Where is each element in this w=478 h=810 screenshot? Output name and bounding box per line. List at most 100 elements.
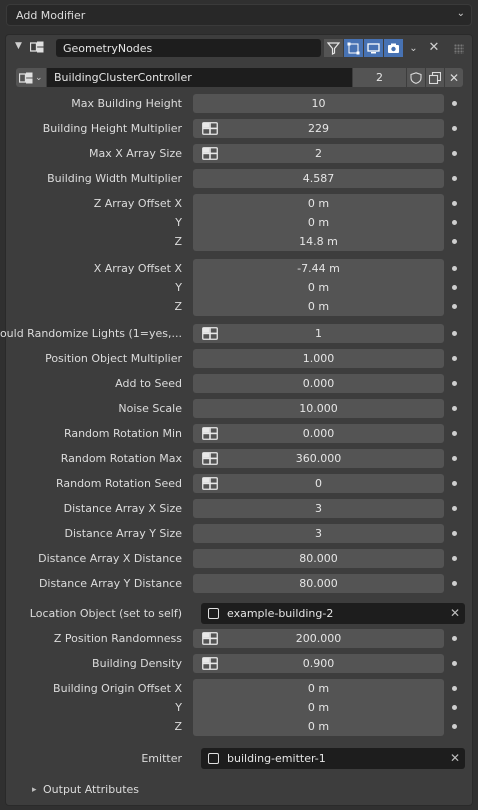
value-field[interactable]: 0 m bbox=[193, 278, 444, 297]
modifier-panel: ▼ GeometryNodes ⌄ ✕ ⌄ BuildingClusterCon… bbox=[0, 34, 473, 806]
users-count-value: 2 bbox=[376, 71, 383, 84]
attribute-toggle-icon[interactable] bbox=[202, 427, 218, 440]
keyframe-dot-icon[interactable] bbox=[452, 151, 457, 156]
value-text: 3 bbox=[315, 502, 322, 515]
keyframe-dot-icon[interactable] bbox=[452, 201, 457, 206]
keyframe-dot-icon[interactable] bbox=[452, 285, 457, 290]
collapse-chevron-icon[interactable]: ▼ bbox=[15, 41, 22, 51]
attribute-toggle-icon[interactable] bbox=[202, 147, 218, 160]
value-field[interactable]: 0 bbox=[193, 474, 444, 493]
value-field[interactable]: 0.000 bbox=[193, 424, 444, 443]
value-field[interactable]: 2 bbox=[193, 144, 444, 163]
value-field[interactable]: 1 bbox=[193, 324, 444, 343]
render-toggle[interactable] bbox=[384, 39, 403, 57]
value-field[interactable]: 200.000 bbox=[193, 629, 444, 648]
attribute-toggle-icon[interactable] bbox=[202, 477, 218, 490]
edit-mode-toggle[interactable] bbox=[344, 39, 363, 57]
value-text: 3 bbox=[315, 527, 322, 540]
value-field[interactable]: 3 bbox=[193, 524, 444, 543]
keyframe-dot-icon[interactable] bbox=[452, 381, 457, 386]
input-label: Z bbox=[174, 235, 182, 248]
value-field[interactable]: 0 m bbox=[193, 717, 444, 736]
keyframe-dot-icon[interactable] bbox=[452, 126, 457, 131]
value-field[interactable]: 80.000 bbox=[193, 574, 444, 593]
keyframe-dot-icon[interactable] bbox=[452, 506, 457, 511]
close-icon: ✕ bbox=[448, 70, 460, 85]
keyframe-dot-icon[interactable] bbox=[452, 581, 457, 586]
keyframe-dot-icon[interactable] bbox=[452, 239, 457, 244]
keyframe-dot-icon[interactable] bbox=[452, 531, 457, 536]
value-field[interactable]: 14.8 m bbox=[193, 232, 444, 251]
keyframe-dot-icon[interactable] bbox=[452, 456, 457, 461]
object-field[interactable]: example-building-2 ✕ bbox=[201, 603, 465, 624]
node-group-browse-button[interactable]: ⌄ bbox=[16, 68, 46, 87]
attribute-toggle-icon[interactable] bbox=[202, 452, 218, 465]
value-field[interactable]: 3 bbox=[193, 499, 444, 518]
keyframe-dot-icon[interactable] bbox=[452, 705, 457, 710]
modifier-header: ▼ GeometryNodes ⌄ ✕ bbox=[6, 35, 472, 61]
value-field[interactable]: 229 bbox=[193, 119, 444, 138]
value-field[interactable]: 1.000 bbox=[193, 349, 444, 368]
object-icon bbox=[208, 608, 219, 619]
attribute-toggle-icon[interactable] bbox=[202, 327, 218, 340]
input-label: Z Position Randomness bbox=[53, 632, 182, 645]
node-group-users-count[interactable]: 2 bbox=[353, 68, 406, 87]
viewport-display-toggle[interactable] bbox=[364, 39, 383, 57]
value-field[interactable]: 4.587 bbox=[193, 169, 444, 188]
duplicate-button[interactable] bbox=[426, 68, 444, 87]
keyframe-dot-icon[interactable] bbox=[452, 331, 457, 336]
duplicate-icon bbox=[429, 71, 441, 84]
value-field[interactable]: 10.000 bbox=[193, 399, 444, 418]
keyframe-dot-icon[interactable] bbox=[452, 356, 457, 361]
value-field[interactable]: 0 m bbox=[193, 213, 444, 232]
keyframe-dot-icon[interactable] bbox=[452, 661, 457, 666]
keyframe-dot-icon[interactable] bbox=[452, 304, 457, 309]
input-label: Random Rotation Max bbox=[60, 452, 182, 465]
value-text: 14.8 m bbox=[299, 235, 338, 248]
funnel-icon bbox=[327, 41, 340, 55]
keyframe-dot-icon[interactable] bbox=[452, 176, 457, 181]
modifier-name-field[interactable]: GeometryNodes bbox=[56, 39, 321, 57]
value-field[interactable]: 10 bbox=[193, 94, 444, 113]
value-field[interactable]: 0 m bbox=[193, 297, 444, 316]
keyframe-dot-icon[interactable] bbox=[452, 724, 457, 729]
value-field[interactable]: 0 m bbox=[193, 679, 444, 698]
input-row: Z 0 m bbox=[6, 297, 472, 316]
close-icon[interactable]: ✕ bbox=[450, 603, 460, 624]
unlink-button[interactable]: ✕ bbox=[445, 68, 463, 87]
close-icon[interactable]: ✕ bbox=[450, 748, 460, 769]
attribute-toggle-icon[interactable] bbox=[202, 122, 218, 135]
add-modifier-dropdown[interactable]: Add Modifier ⌄ bbox=[6, 4, 472, 26]
object-name: example-building-2 bbox=[227, 607, 334, 620]
fake-user-button[interactable] bbox=[407, 68, 425, 87]
node-group-name-field[interactable]: BuildingClusterController bbox=[47, 68, 352, 87]
keyframe-dot-icon[interactable] bbox=[452, 636, 457, 641]
input-row: Y 0 m bbox=[6, 698, 472, 717]
close-icon[interactable]: ✕ bbox=[426, 39, 442, 57]
value-field[interactable]: 360.000 bbox=[193, 449, 444, 468]
keyframe-dot-icon[interactable] bbox=[452, 481, 457, 486]
chevron-down-icon: ⌄ bbox=[456, 8, 465, 19]
modifier-menu-button[interactable]: ⌄ bbox=[404, 39, 423, 57]
keyframe-dot-icon[interactable] bbox=[452, 686, 457, 691]
keyframe-dot-icon[interactable] bbox=[452, 406, 457, 411]
keyframe-dot-icon[interactable] bbox=[452, 266, 457, 271]
input-label: Z Array Offset X bbox=[93, 197, 182, 210]
value-field[interactable]: 80.000 bbox=[193, 549, 444, 568]
value-field[interactable]: 0.900 bbox=[193, 654, 444, 673]
value-field[interactable]: -7.44 m bbox=[193, 259, 444, 278]
keyframe-dot-icon[interactable] bbox=[452, 431, 457, 436]
attribute-toggle-icon[interactable] bbox=[202, 657, 218, 670]
keyframe-dot-icon[interactable] bbox=[452, 556, 457, 561]
drag-handle[interactable] bbox=[454, 44, 464, 54]
keyframe-dot-icon[interactable] bbox=[452, 101, 457, 106]
value-field[interactable]: 0 m bbox=[193, 698, 444, 717]
object-field[interactable]: building-emitter-1 ✕ bbox=[201, 748, 465, 769]
value-field[interactable]: 0.000 bbox=[193, 374, 444, 393]
modifier-name: GeometryNodes bbox=[63, 41, 153, 55]
attribute-toggle-icon[interactable] bbox=[202, 632, 218, 645]
input-row: Building Height Multiplier 229 bbox=[6, 119, 472, 138]
pin-to-last-button[interactable] bbox=[324, 39, 343, 57]
keyframe-dot-icon[interactable] bbox=[452, 220, 457, 225]
value-field[interactable]: 0 m bbox=[193, 194, 444, 213]
